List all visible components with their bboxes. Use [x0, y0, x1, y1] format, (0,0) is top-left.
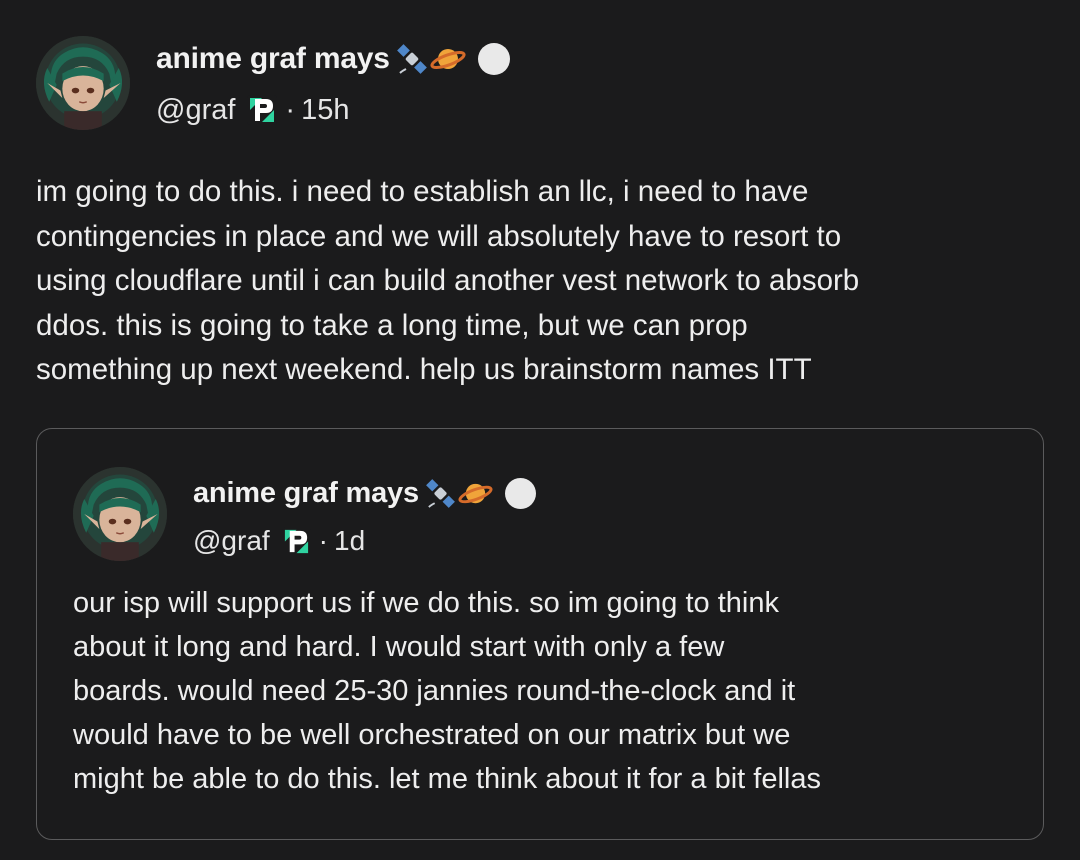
quoted-author-handle-row: @graf · 1d: [193, 519, 365, 563]
author-display-name[interactable]: anime graf mays: [156, 42, 390, 76]
quoted-avatar[interactable]: [73, 467, 167, 561]
author-handle[interactable]: @graf: [156, 94, 235, 127]
ringed-planet-icon: [458, 478, 493, 509]
quoted-post-body: our isp will support us if we do this. s…: [73, 587, 821, 795]
meta-separator: ·: [318, 525, 328, 556]
meta-separator: ·: [285, 93, 296, 126]
author-name-row: anime graf mays: [156, 38, 510, 80]
p-badge-icon: [281, 526, 311, 556]
satellite-icon: [396, 43, 428, 75]
post-card: anime graf mays @graf · 15h im going to …: [0, 0, 1080, 860]
p-badge-icon: [247, 95, 278, 125]
ringed-planet-icon: [430, 43, 466, 75]
quoted-post-timestamp[interactable]: 1d: [334, 525, 365, 557]
quoted-author-name-row: anime graf mays: [193, 472, 536, 514]
status-circle-icon: [504, 477, 536, 509]
status-circle-icon: [477, 43, 510, 75]
quoted-avatar-image: [73, 467, 167, 561]
post-timestamp[interactable]: 15h: [301, 94, 349, 127]
quoted-author-handle[interactable]: @graf: [193, 525, 270, 557]
post-body: im going to do this. i need to establish…: [36, 175, 860, 386]
quoted-author-display-name[interactable]: anime graf mays: [193, 477, 419, 510]
avatar-image: [36, 36, 130, 130]
avatar[interactable]: [36, 36, 130, 130]
satellite-icon: [425, 478, 456, 509]
author-handle-row: @graf · 15h: [156, 88, 349, 132]
